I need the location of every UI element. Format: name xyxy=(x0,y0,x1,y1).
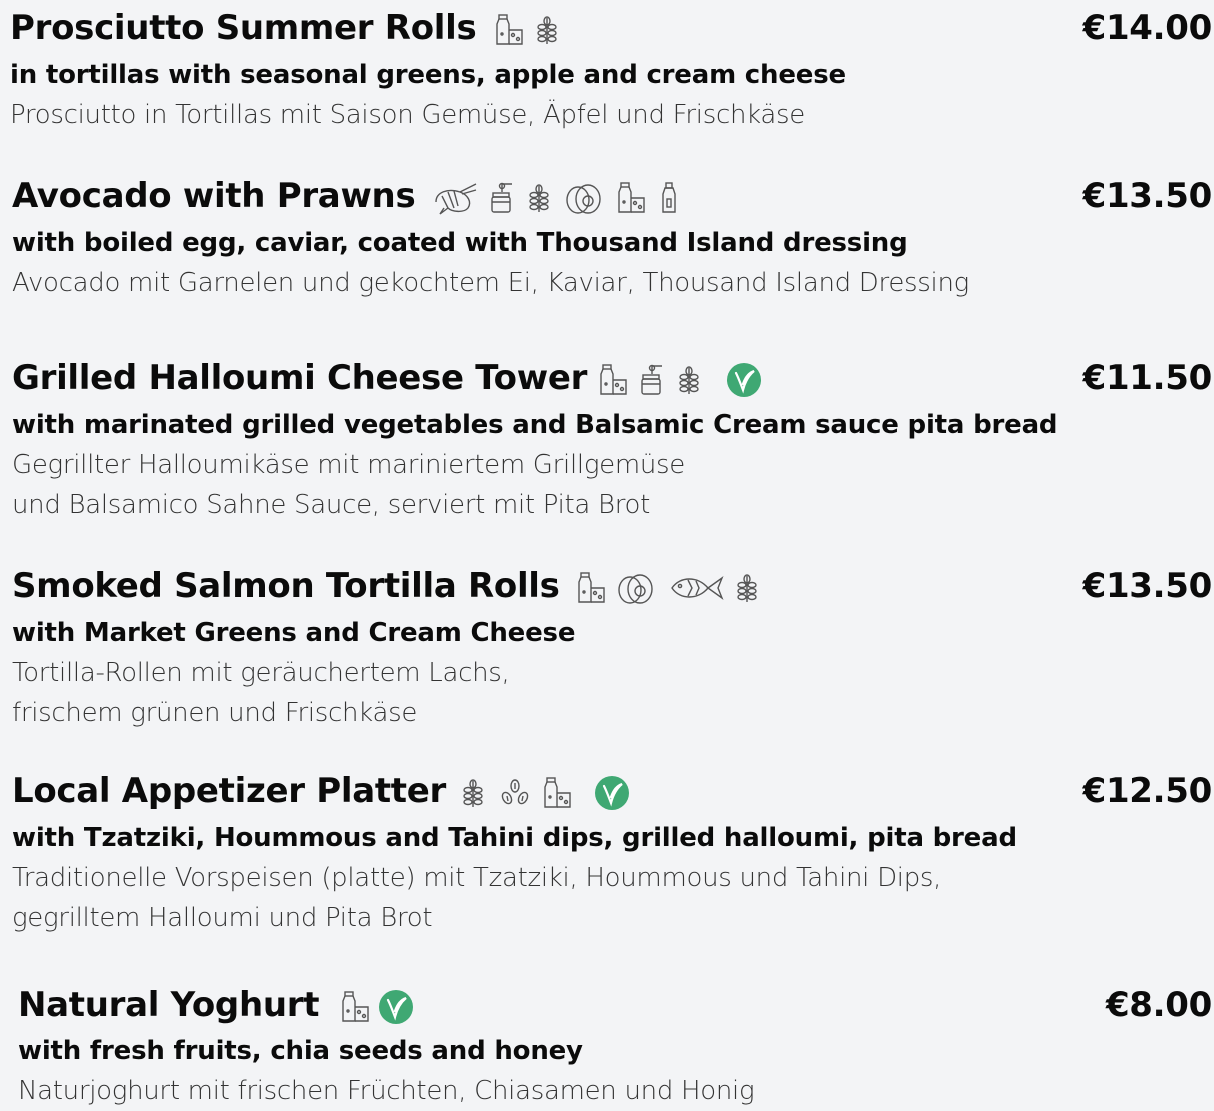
milk-icon xyxy=(616,180,646,216)
dish-description-en: in tortillas with seasonal greens, apple… xyxy=(10,60,846,90)
dish-price: €13.50 xyxy=(1082,566,1213,606)
dish-name: Prosciutto Summer Rolls xyxy=(10,8,477,48)
shrimp-icon xyxy=(432,180,478,216)
allergen-icons xyxy=(576,568,762,608)
dish-description-de: gegrilltem Halloumi und Pita Brot xyxy=(12,903,433,933)
dish-name: Natural Yoghurt xyxy=(18,985,320,1025)
dish-description-en: with Tzatziki, Hoummous and Tahini dips,… xyxy=(12,823,1017,853)
dish-description-de: Gegrillter Halloumikäse mit mariniertem … xyxy=(12,450,685,480)
vegetarian-icon xyxy=(594,775,630,811)
dish-description-de: Tortilla-Rollen mit geräuchertem Lachs, xyxy=(12,658,510,688)
milk-icon xyxy=(598,362,628,398)
menu-item: Prosciutto Summer Rolls €14.00 in tortil… xyxy=(0,6,1214,130)
gluten-icon xyxy=(458,775,488,811)
milk-icon xyxy=(494,12,524,48)
gluten-icon xyxy=(524,180,554,216)
dish-name: Avocado with Prawns xyxy=(12,176,416,216)
milk-icon xyxy=(340,989,370,1025)
dish-description-en: with Market Greens and Cream Cheese xyxy=(12,618,576,648)
sauce-bottle-icon xyxy=(654,180,684,216)
gluten-icon xyxy=(732,570,762,606)
vegetarian-icon xyxy=(726,362,762,398)
menu-item: Natural Yoghurt €8.00 with fresh fruits,… xyxy=(0,983,1214,1106)
mustard-icon xyxy=(636,362,666,398)
menu-item: Local Appetizer Platter €12.50 with Tzat… xyxy=(0,769,1214,933)
dish-price: €12.50 xyxy=(1082,771,1213,811)
dish-description-en: with boiled egg, caviar, coated with Tho… xyxy=(12,228,908,258)
milk-icon xyxy=(542,775,572,811)
dish-description-en: with fresh fruits, chia seeds and honey xyxy=(18,1036,583,1066)
allergen-icons xyxy=(432,178,684,218)
mustard-icon xyxy=(486,180,516,216)
egg-icon xyxy=(614,570,660,606)
dish-price: €13.50 xyxy=(1082,176,1213,216)
sesame-icon xyxy=(496,775,534,811)
fish-icon xyxy=(668,570,724,606)
dish-description-de: Prosciutto in Tortillas mit Saison Gemüs… xyxy=(10,100,805,130)
dish-description-de: Avocado mit Garnelen und gekochtem Ei, K… xyxy=(12,268,969,298)
menu-item: Smoked Salmon Tortilla Rolls €13.50 with… xyxy=(0,564,1214,728)
egg-icon xyxy=(562,180,608,216)
allergen-icons xyxy=(598,360,762,400)
gluten-icon xyxy=(532,12,562,48)
allergen-icons xyxy=(494,10,562,50)
dish-price: €11.50 xyxy=(1082,358,1213,398)
dish-description-en: with marinated grilled vegetables and Ba… xyxy=(12,410,1058,440)
menu-page: { "items": [ { "name": "Prosciutto Summe… xyxy=(0,0,1214,1108)
dish-price: €8.00 xyxy=(1105,985,1212,1025)
gluten-icon xyxy=(674,362,704,398)
dish-name: Grilled Halloumi Cheese Tower xyxy=(12,358,588,398)
dish-description-de: und Balsamico Sahne Sauce, serviert mit … xyxy=(12,490,651,520)
dish-name: Local Appetizer Platter xyxy=(12,771,446,811)
dish-description-de: Traditionelle Vorspeisen (platte) mit Tz… xyxy=(12,863,942,893)
dish-description-de: Naturjoghurt mit frischen Früchten, Chia… xyxy=(18,1076,755,1106)
dish-price: €14.00 xyxy=(1082,8,1213,48)
menu-item: Grilled Halloumi Cheese Tower €11.50 wit… xyxy=(0,356,1214,520)
dish-description-de: frischem grünen und Frischkäse xyxy=(12,698,418,728)
allergen-icons xyxy=(340,987,414,1027)
vegetarian-icon xyxy=(378,989,414,1025)
allergen-icons xyxy=(458,773,630,813)
milk-icon xyxy=(576,570,606,606)
menu-item: Avocado with Prawns €13.50 with boiled e… xyxy=(0,174,1214,298)
dish-name: Smoked Salmon Tortilla Rolls xyxy=(12,566,560,606)
